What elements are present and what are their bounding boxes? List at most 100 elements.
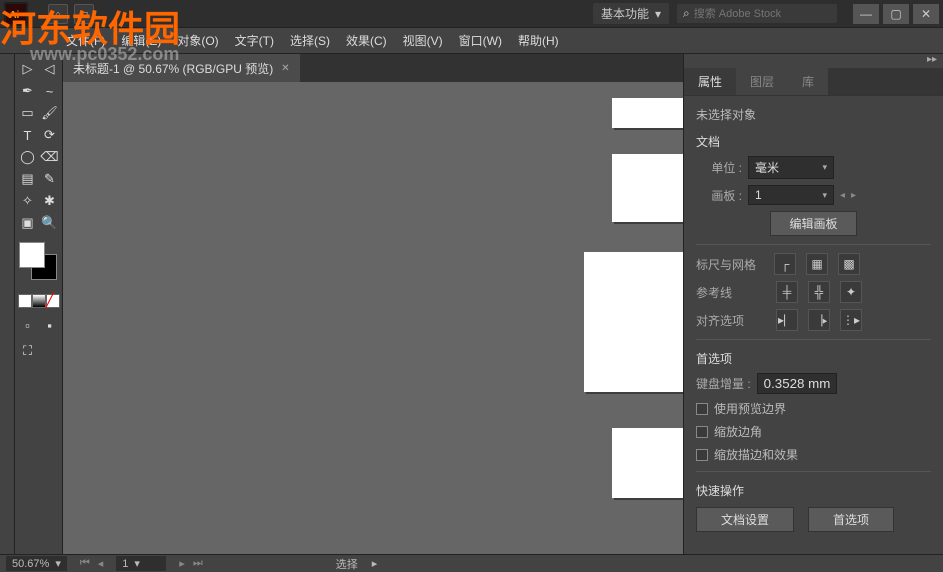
canvas[interactable] [63, 82, 683, 554]
zoom-tool-icon[interactable]: 🔍 [39, 212, 61, 234]
menu-window[interactable]: 窗口(W) [451, 32, 510, 49]
gradient-tool-icon[interactable]: ▤ [17, 168, 39, 190]
chevron-down-icon: ▾ [822, 162, 827, 173]
artboard[interactable] [612, 428, 683, 498]
panel-collapse-icon[interactable]: ▸▸ [684, 54, 943, 68]
document-area: 未标题-1 @ 50.67% (RGB/GPU 预览) ✕ [63, 54, 683, 554]
search-input[interactable] [694, 8, 824, 20]
smart-guides-icon[interactable]: ✦ [840, 281, 862, 303]
section-quick: 快速操作 [696, 482, 931, 499]
symbol-tool-icon[interactable]: ✱ [39, 190, 61, 212]
left-panel-edge[interactable] [0, 54, 15, 554]
guides-visibility-icon[interactable]: ╪ [776, 281, 798, 303]
chevron-down-icon: ▾ [55, 557, 61, 570]
curvature-tool-icon[interactable]: ~ [39, 80, 61, 102]
menu-view[interactable]: 视图(V) [395, 32, 451, 49]
status-chevron-icon[interactable]: ▸ [372, 557, 378, 570]
color-chip-gradient[interactable] [32, 294, 46, 308]
artboard[interactable] [612, 98, 683, 128]
prev-artboard-icon[interactable]: ◂ [840, 190, 845, 201]
artboard[interactable] [612, 154, 683, 222]
align-selection-icon[interactable]: ⋮▸ [840, 309, 862, 331]
fill-swatch[interactable] [19, 242, 45, 268]
tab-libraries[interactable]: 库 [788, 68, 828, 95]
section-prefs: 首选项 [696, 350, 931, 367]
maximize-button[interactable]: ▢ [883, 4, 909, 24]
prev-artboard-icon[interactable]: ◂ [95, 557, 107, 570]
eraser-tool-icon[interactable]: ⌫ [39, 146, 61, 168]
ruler-icon[interactable]: ┌ [774, 253, 796, 275]
menu-edit[interactable]: 编辑(E) [113, 32, 169, 49]
kb-increment-input[interactable] [757, 373, 837, 394]
preferences-button[interactable]: 首选项 [808, 507, 894, 532]
artboard-tool-icon[interactable]: ▣ [17, 212, 39, 234]
blend-tool-icon[interactable]: ✧ [17, 190, 39, 212]
stock-search[interactable]: ⌕ [677, 4, 837, 23]
cb-preview-label: 使用预览边界 [714, 400, 786, 417]
guides-lock-icon[interactable]: ╬ [808, 281, 830, 303]
edit-artboard-button[interactable]: 编辑画板 [770, 211, 856, 236]
close-tab-icon[interactable]: ✕ [281, 63, 289, 74]
checkbox-scale-strokes[interactable] [696, 449, 708, 461]
close-button[interactable]: ✕ [913, 4, 939, 24]
menu-text[interactable]: 文字(T) [227, 32, 282, 49]
grid-icon[interactable]: ▦ [806, 253, 828, 275]
artboard-index-dropdown[interactable]: 1▾ [116, 556, 166, 571]
paintbrush-tool-icon[interactable]: 🖌 [39, 102, 61, 124]
rotate-tool-icon[interactable]: ⟳ [39, 124, 61, 146]
menu-object[interactable]: 对象(O) [169, 32, 226, 49]
type-tool-icon[interactable]: T [17, 124, 39, 146]
unit-dropdown[interactable]: 毫米▾ [748, 156, 834, 179]
shaper-tool-icon[interactable]: ◯ [17, 146, 39, 168]
direct-select-tool-icon[interactable]: ◁ [39, 58, 61, 80]
align-artboard-icon[interactable]: ⎹▸ [808, 309, 830, 331]
draw-mode-normal-icon[interactable]: ▫ [17, 314, 39, 336]
color-chip-none[interactable]: ╱ [46, 294, 60, 308]
menu-select[interactable]: 选择(S) [282, 32, 338, 49]
align-key-object-icon[interactable]: ▸⎸ [776, 309, 798, 331]
draw-mode-behind-icon[interactable]: ▪ [39, 314, 61, 336]
workspace-switcher[interactable]: 基本功能 ▾ [593, 3, 669, 24]
menu-effect[interactable]: 效果(C) [338, 32, 395, 49]
chevron-down-icon: ▾ [655, 7, 661, 21]
tab-properties[interactable]: 属性 [684, 68, 736, 95]
artboard-nav: ⏮ ◂ [77, 557, 106, 570]
eyedropper-tool-icon[interactable]: ✎ [39, 168, 61, 190]
section-rulers: 标尺与网格 [696, 256, 756, 273]
cb-scale-strokes-label: 缩放描边和效果 [714, 446, 798, 463]
artboard-dropdown[interactable]: 1▾ [748, 185, 834, 205]
selection-tool-icon[interactable]: ▷ [17, 58, 39, 80]
color-chip-solid[interactable] [18, 294, 32, 308]
chevron-down-icon: ▾ [134, 557, 140, 570]
zoom-dropdown[interactable]: 50.67%▾ [6, 556, 67, 571]
app-icon[interactable]: Ai [4, 2, 28, 26]
tab-layers[interactable]: 图层 [736, 68, 788, 95]
rectangle-tool-icon[interactable]: ▭ [17, 102, 39, 124]
arrange-icon[interactable]: ▭ [74, 4, 94, 24]
last-artboard-icon[interactable]: ⏭ [190, 557, 206, 570]
minimize-button[interactable]: — [853, 4, 879, 24]
pen-tool-icon[interactable]: ✒ [17, 80, 39, 102]
document-tab[interactable]: 未标题-1 @ 50.67% (RGB/GPU 预览) ✕ [63, 54, 300, 82]
chevron-down-icon: ▾ [822, 190, 827, 201]
cb-scale-corners-label: 缩放边角 [714, 423, 762, 440]
home-icon[interactable]: ⌂ [48, 4, 68, 24]
doc-setup-button[interactable]: 文档设置 [696, 507, 794, 532]
transparency-grid-icon[interactable]: ▩ [838, 253, 860, 275]
first-artboard-icon[interactable]: ⏮ [77, 557, 93, 570]
document-tab-title: 未标题-1 @ 50.67% (RGB/GPU 预览) [73, 60, 273, 77]
menu-file[interactable]: 文件(F) [58, 32, 113, 49]
screen-mode-icon[interactable]: ⛶ [17, 340, 39, 362]
selection-status: 未选择对象 [696, 106, 931, 123]
checkbox-preview-bounds[interactable] [696, 403, 708, 415]
fill-stroke-swatch[interactable] [19, 242, 59, 282]
section-document: 文档 [696, 133, 931, 150]
next-artboard-icon[interactable]: ▸ [176, 557, 188, 570]
checkbox-scale-corners[interactable] [696, 426, 708, 438]
next-artboard-icon[interactable]: ▸ [851, 190, 856, 201]
search-icon: ⌕ [683, 6, 690, 21]
menu-help[interactable]: 帮助(H) [510, 32, 567, 49]
tool-status: 选择 [336, 556, 358, 572]
artboard[interactable] [584, 252, 683, 392]
unit-label: 单位 : [696, 159, 742, 176]
